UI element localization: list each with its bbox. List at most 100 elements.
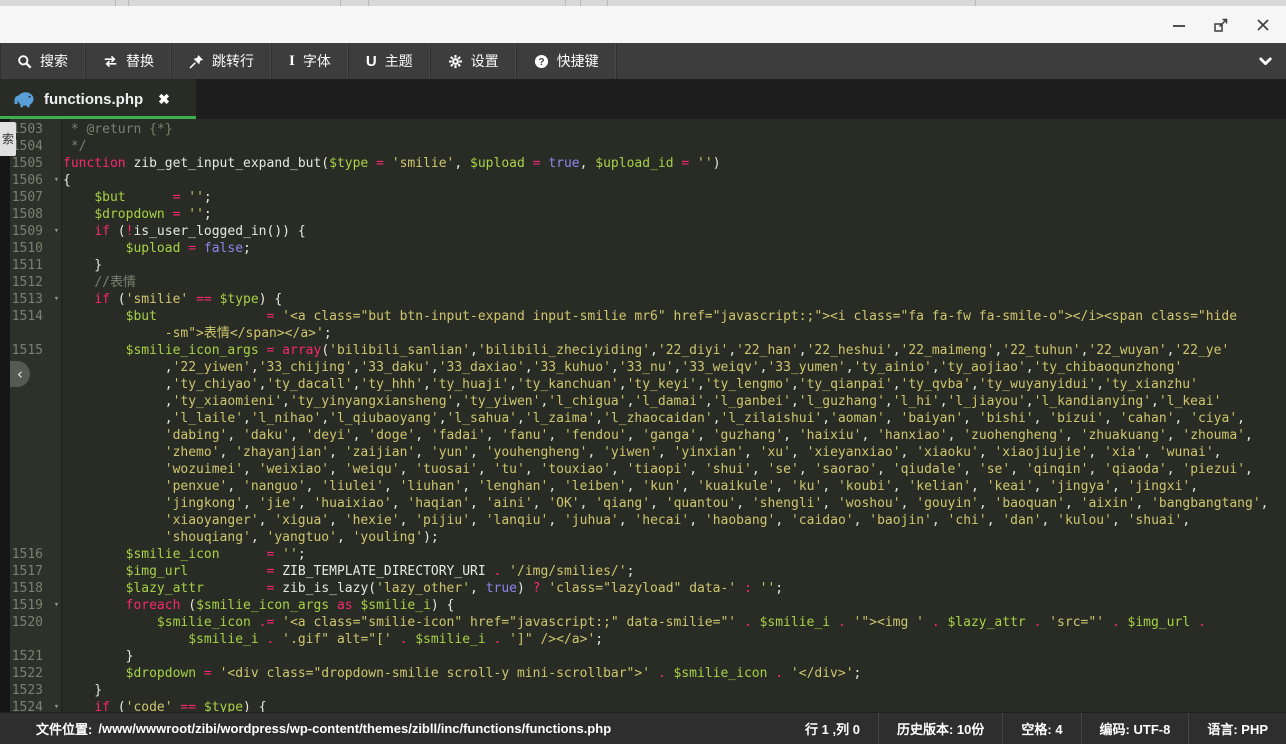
php-icon bbox=[13, 91, 35, 108]
code-line-1517[interactable]: 1517 $img_url = ZIB_TEMPLATE_DIRECTORY_U… bbox=[0, 563, 1286, 580]
fold-arrow-icon[interactable]: ▾ bbox=[50, 291, 63, 308]
code-line-1511[interactable]: 1511 } bbox=[0, 257, 1286, 274]
toolbar-button-replace[interactable]: 替换 bbox=[86, 43, 172, 79]
status-history-versions[interactable]: 历史版本: 10份 bbox=[878, 713, 1002, 744]
toolbar-button-theme[interactable]: U 主题 bbox=[349, 43, 431, 79]
close-button[interactable] bbox=[1254, 16, 1272, 34]
code-line-wrap[interactable]: ,'22_yiwen','33_chijing','33_daku','33_d… bbox=[0, 359, 1286, 376]
code-line-1504[interactable]: 1504 */ bbox=[0, 138, 1286, 155]
code-line-1523[interactable]: 1523 } bbox=[0, 682, 1286, 699]
code-line-1507[interactable]: 1507 $but = ''; bbox=[0, 189, 1286, 206]
help-icon: ? bbox=[534, 54, 549, 69]
line-number bbox=[10, 444, 50, 461]
code-line-1518[interactable]: 1518 $lazy_attr = zib_is_lazy('lazy_othe… bbox=[0, 580, 1286, 597]
line-number: 1518 bbox=[10, 580, 50, 597]
code-line-1515[interactable]: 1515 $smilie_icon_args = array('bilibili… bbox=[0, 342, 1286, 359]
fold-gutter bbox=[50, 410, 63, 427]
line-number: 1513 bbox=[10, 291, 50, 308]
code-text: } bbox=[63, 257, 102, 274]
maximize-button[interactable] bbox=[1212, 16, 1230, 34]
code-line-wrap[interactable]: ,'ty_chiyao','ty_dacall','ty_hhh','ty_hu… bbox=[0, 376, 1286, 393]
app-window: 搜索替换跳转行I字体 U 主题设置?快捷键 functions.php ✖ bbox=[0, 0, 1286, 744]
fold-gutter bbox=[50, 121, 63, 138]
browser-edge-strip bbox=[0, 0, 1286, 6]
file-location: 文件位置: /www/wwwroot/zibi/wordpress/wp-con… bbox=[36, 719, 611, 738]
code-line-wrap[interactable]: 'wozuimei', 'weixiao', 'weiqu', 'tuosai'… bbox=[0, 461, 1286, 478]
line-number bbox=[10, 461, 50, 478]
toolbar-button-label: 主题 bbox=[385, 51, 413, 71]
tab-close-icon[interactable]: ✖ bbox=[158, 91, 170, 108]
code-line-1506[interactable]: 1506▾{ bbox=[0, 172, 1286, 189]
toolbar-button-settings[interactable]: 设置 bbox=[431, 43, 517, 79]
code-editor[interactable]: 索 ‹ 1503 * @return {*}1504 */1505functio… bbox=[0, 119, 1286, 712]
code-line-1509[interactable]: 1509▾ if (!is_user_logged_in()) { bbox=[0, 223, 1286, 240]
tab-functions-php[interactable]: functions.php ✖ bbox=[0, 79, 196, 119]
code-line-wrap[interactable]: 'jingkong', 'jie', 'huaixiao', 'haqian',… bbox=[0, 495, 1286, 512]
status-indent-spaces[interactable]: 空格: 4 bbox=[1002, 713, 1080, 744]
line-number bbox=[10, 427, 50, 444]
code-line-wrap[interactable]: ,'l_laile','l_nihao','l_qiubaoyang','l_s… bbox=[0, 410, 1286, 427]
code-text: $smilie_icon = ''; bbox=[63, 546, 306, 563]
code-line-1508[interactable]: 1508 $dropdown = ''; bbox=[0, 206, 1286, 223]
code-line-wrap[interactable]: $smilie_i . '.gif" alt="[' . $smilie_i .… bbox=[0, 631, 1286, 648]
theme-icon: U bbox=[366, 54, 377, 69]
code-line-wrap[interactable]: -sm">表情</span></a>'; bbox=[0, 325, 1286, 342]
fold-arrow-icon[interactable]: ▾ bbox=[50, 699, 63, 712]
code-line-wrap[interactable]: 'xiaoyanger', 'xigua', 'hexie', 'pijiu',… bbox=[0, 512, 1286, 529]
fold-arrow-icon[interactable]: ▾ bbox=[50, 597, 63, 614]
code-line-1520[interactable]: 1520 $smilie_icon .= '<a class="smilie-i… bbox=[0, 614, 1286, 631]
status-items: 行 1 ,列 0历史版本: 10份空格: 4编码: UTF-8语言: PHP bbox=[787, 713, 1286, 744]
toolbar-button-font[interactable]: I字体 bbox=[272, 43, 349, 79]
code-line-1505[interactable]: 1505function zib_get_input_expand_but($t… bbox=[0, 155, 1286, 172]
line-number: 1523 bbox=[10, 682, 50, 699]
toolbar-button-hotkeys[interactable]: ?快捷键 bbox=[517, 43, 617, 79]
minimize-button[interactable] bbox=[1170, 16, 1188, 34]
code-line-1510[interactable]: 1510 $upload = false; bbox=[0, 240, 1286, 257]
toolbar-overflow-button[interactable] bbox=[1244, 43, 1286, 79]
code-text: $smilie_icon_args = array('bilibili_sanl… bbox=[63, 342, 1229, 359]
tab-title: functions.php bbox=[44, 91, 143, 108]
code-text: $but = '<a class="but btn-input-expand i… bbox=[63, 308, 1237, 325]
code-line-wrap[interactable]: 'zhemo', 'zhayanjian', 'zaijian', 'yun',… bbox=[0, 444, 1286, 461]
code-line-1512[interactable]: 1512 //表情 bbox=[0, 274, 1286, 291]
code-text: $but = ''; bbox=[63, 189, 212, 206]
toolbar-button-label: 搜索 bbox=[40, 51, 68, 71]
code-line-1521[interactable]: 1521 } bbox=[0, 648, 1286, 665]
code-text: if ('code' == $type) { bbox=[63, 699, 267, 712]
status-language[interactable]: 语言: PHP bbox=[1188, 713, 1286, 744]
code-line-wrap[interactable]: 'penxue', 'nanguo', 'liulei', 'liuhan', … bbox=[0, 478, 1286, 495]
line-number bbox=[10, 478, 50, 495]
line-number: 1506 bbox=[10, 172, 50, 189]
chevron-down-icon bbox=[1257, 53, 1274, 70]
line-number: 1519 bbox=[10, 597, 50, 614]
line-number bbox=[10, 529, 50, 546]
code-line-1519[interactable]: 1519▾ foreach ($smilie_icon_args as $smi… bbox=[0, 597, 1286, 614]
code-line-1513[interactable]: 1513▾ if ('smilie' == $type) { bbox=[0, 291, 1286, 308]
fold-arrow-icon[interactable]: ▾ bbox=[50, 223, 63, 240]
line-number bbox=[10, 512, 50, 529]
line-number bbox=[10, 410, 50, 427]
status-cursor-position[interactable]: 行 1 ,列 0 bbox=[787, 713, 878, 744]
code-line-wrap[interactable]: 'shouqiang', 'yangtuo', 'youling'); bbox=[0, 529, 1286, 546]
status-encoding[interactable]: 编码: UTF-8 bbox=[1081, 713, 1189, 744]
toolbar-button-goto-line[interactable]: 跳转行 bbox=[172, 43, 272, 79]
code-line-1522[interactable]: 1522 $dropdown = '<div class="dropdown-s… bbox=[0, 665, 1286, 682]
toolbar-button-search[interactable]: 搜索 bbox=[0, 43, 86, 79]
fold-gutter bbox=[50, 546, 63, 563]
code-text: $dropdown = ''; bbox=[63, 206, 212, 223]
code-text: 'xiaoyanger', 'xigua', 'hexie', 'pijiu',… bbox=[63, 512, 1190, 529]
status-bar: 文件位置: /www/wwwroot/zibi/wordpress/wp-con… bbox=[0, 712, 1286, 744]
fold-arrow-icon[interactable]: ▾ bbox=[50, 172, 63, 189]
code-line-1516[interactable]: 1516 $smilie_icon = ''; bbox=[0, 546, 1286, 563]
code-line-1514[interactable]: 1514 $but = '<a class="but btn-input-exp… bbox=[0, 308, 1286, 325]
file-location-label: 文件位置: bbox=[36, 719, 92, 738]
fold-gutter bbox=[50, 342, 63, 359]
code-line-1524[interactable]: 1524▾ if ('code' == $type) { bbox=[0, 699, 1286, 712]
code-line-wrap[interactable]: 'dabing', 'daku', 'deyi', 'doge', 'fadai… bbox=[0, 427, 1286, 444]
code-line-1503[interactable]: 1503 * @return {*} bbox=[0, 121, 1286, 138]
fold-gutter bbox=[50, 631, 63, 648]
code-text: function zib_get_input_expand_but($type … bbox=[63, 155, 721, 172]
code-text: $dropdown = '<div class="dropdown-smilie… bbox=[63, 665, 861, 682]
collapsed-search-panel-tab[interactable]: 索 bbox=[0, 122, 16, 156]
code-line-wrap[interactable]: ,'ty_xiaomieni','ty_yinyangxiansheng','t… bbox=[0, 393, 1286, 410]
